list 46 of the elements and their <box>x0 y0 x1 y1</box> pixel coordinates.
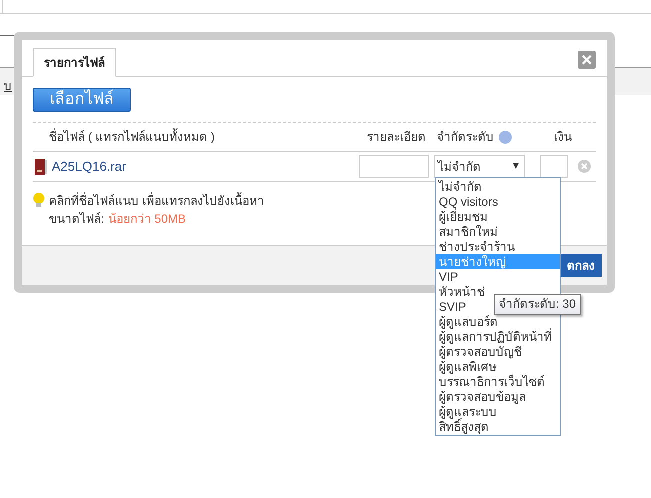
option-text: ผู้ดูแลระบบ <box>439 404 497 420</box>
option-text: ผู้ตรวจสอบบัญชี <box>439 344 522 360</box>
option-text: ผู้ตรวจสอบข้อมูล <box>439 389 526 405</box>
column-header: รายละเอียด <box>366 129 427 146</box>
dropdown-option[interactable]: ผู้ตรวจสอบบัญชี <box>436 344 560 359</box>
tooltip: จำกัดระดับ: 30 <box>494 294 582 315</box>
dropdown-option[interactable]: ผู้ตรวจสอบข้อมูล <box>436 389 560 404</box>
close-icon <box>582 55 592 65</box>
lightbulb-icon <box>33 193 45 208</box>
tip-text: คลิกที่ชื่อไฟล์แนบ เพื่อแทรกลงไปยังเนื้อหา <box>49 192 264 210</box>
ok-button[interactable]: ตกลง <box>560 254 602 277</box>
archive-icon <box>35 158 47 174</box>
dropdown-option[interactable]: ไม่จำกัด <box>436 179 560 194</box>
dropdown-option[interactable]: QQ visitors <box>436 194 560 209</box>
file-name-link[interactable]: A25LQ16.rar <box>52 156 126 176</box>
option-text: สิทธิ์สูงสุด <box>439 419 489 435</box>
remove-icon[interactable] <box>578 160 591 173</box>
option-text: บรรณาธิการเว็บไซต์ <box>439 374 545 390</box>
option-text: QQ visitors <box>439 194 498 209</box>
file-size-label: ขนาดไฟล์: <box>49 211 104 228</box>
dropdown-option[interactable]: ช่างประจำร้าน <box>436 239 560 254</box>
dropdown-option[interactable]: VIP <box>436 269 560 284</box>
option-text: ผู้ดูแลพิเศษ <box>439 360 497 374</box>
option-text: ผู้เยี่ยมชม <box>439 209 488 225</box>
dropdown-option[interactable]: สมาชิกใหม่ <box>436 224 560 239</box>
dropdown-option[interactable]: ผู้เยี่ยมชม <box>436 209 560 224</box>
column-header: เงิน <box>554 129 572 146</box>
file-size-limit: น้อยกว่า 50MB <box>108 211 186 228</box>
dropdown-option[interactable]: ผู้ดูแลบอร์ด <box>436 314 560 329</box>
dropdown-option[interactable]: บรรณาธิการเว็บไซต์ <box>436 374 560 389</box>
dropdown-option[interactable]: ผู้ดูแลพิเศษ <box>436 359 560 374</box>
close-button[interactable] <box>578 51 596 69</box>
column-header: ชื่อไฟล์ ( แทรกไฟล์แนบทั้งหมด ) <box>48 128 216 146</box>
dropdown-option[interactable]: ผู้ดูแลระบบ <box>436 404 560 419</box>
option-text: นายช่างใหญ่ <box>439 254 506 270</box>
column-header: จำกัดระดับ <box>436 129 494 146</box>
option-text: สมาชิกใหม่ <box>439 224 498 240</box>
page-link[interactable]: บ <box>4 77 12 95</box>
dropdown-option[interactable]: สิทธิ์สูงสุด <box>436 419 560 434</box>
option-text: หัวหน้าช่ <box>439 284 485 300</box>
option-text: ช่างประจำร้าน <box>439 239 515 255</box>
option-text: ผู้ดูแลบอร์ด <box>439 314 498 330</box>
option-text: VIP <box>439 269 458 285</box>
description-input[interactable] <box>359 155 429 178</box>
tab[interactable]: รายการไฟล์ <box>33 48 116 77</box>
option-text: ไม่จำกัด <box>439 179 482 195</box>
